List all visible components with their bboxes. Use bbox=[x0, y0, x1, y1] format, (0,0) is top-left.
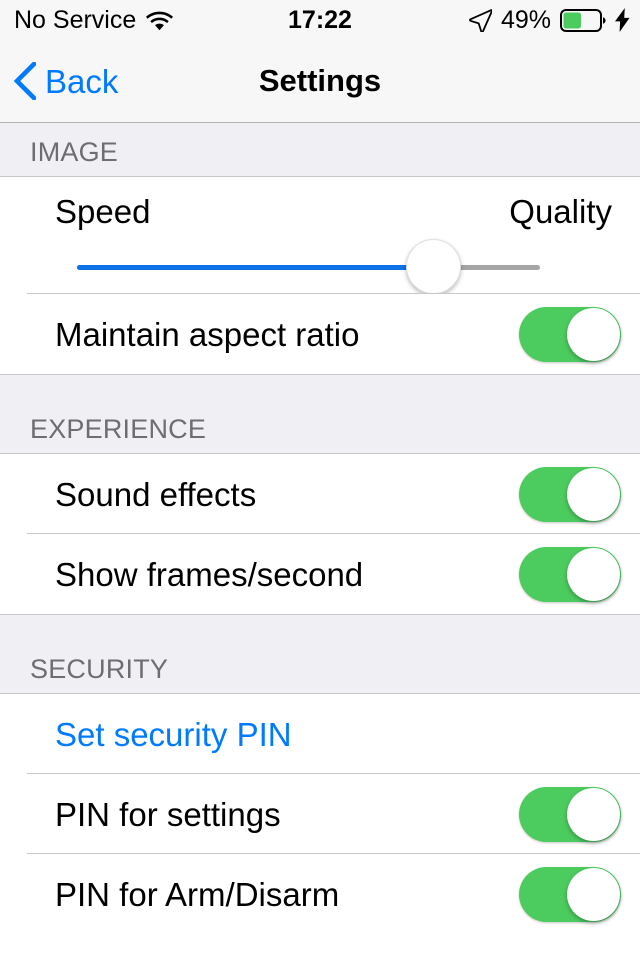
battery-percent-label: 49% bbox=[500, 5, 551, 34]
row-label-pin-for-settings: PIN for settings bbox=[55, 795, 281, 833]
row-label-pin-for-arm-disarm: PIN for Arm/Disarm bbox=[55, 875, 340, 913]
page-title-label: Settings bbox=[258, 63, 382, 98]
row-label-maintain-aspect-ratio: Maintain aspect ratio bbox=[55, 315, 360, 353]
row-sound-effects[interactable]: Sound effects bbox=[0, 454, 640, 534]
image-quality-slider[interactable] bbox=[77, 239, 540, 294]
toggle-pin-for-arm-disarm[interactable] bbox=[519, 866, 621, 922]
section-header-security: SECURITY bbox=[0, 614, 640, 694]
slider-right-label: Quality bbox=[509, 193, 612, 230]
status-bar: No Service 17:22 49% bbox=[0, 0, 640, 40]
section-header-image: IMAGE bbox=[0, 123, 640, 177]
row-show-frames-per-second[interactable]: Show frames/second bbox=[0, 534, 640, 614]
slider-thumb[interactable] bbox=[406, 239, 461, 294]
slider-filled-track bbox=[77, 265, 434, 270]
row-label-show-frames-per-second: Show frames/second bbox=[55, 555, 364, 593]
row-label-set-security-pin: Set security PIN bbox=[55, 715, 292, 753]
location-arrow-icon bbox=[468, 8, 492, 32]
section-header-experience: EXPERIENCE bbox=[0, 374, 640, 454]
lightning-bolt-icon bbox=[615, 8, 630, 32]
battery-icon bbox=[560, 8, 606, 32]
settings-screen: No Service 17:22 49% Back Settings IMAGE… bbox=[0, 0, 640, 960]
toggle-sound-effects[interactable] bbox=[519, 466, 621, 522]
row-pin-for-settings[interactable]: PIN for settings bbox=[0, 774, 640, 854]
toggle-knob bbox=[567, 467, 620, 521]
page-title: Settings bbox=[0, 40, 640, 122]
row-set-security-pin[interactable]: Set security PIN bbox=[0, 694, 640, 774]
section-header-label: SECURITY bbox=[30, 654, 169, 684]
row-pin-for-arm-disarm[interactable]: PIN for Arm/Disarm bbox=[0, 854, 640, 934]
navigation-bar: Back Settings bbox=[0, 40, 640, 123]
toggle-knob bbox=[567, 307, 620, 361]
row-image-quality-slider: Speed Quality bbox=[0, 177, 640, 294]
row-maintain-aspect-ratio[interactable]: Maintain aspect ratio bbox=[0, 294, 640, 374]
row-label-sound-effects: Sound effects bbox=[55, 475, 257, 513]
toggle-knob bbox=[567, 867, 620, 921]
slider-left-label: Speed bbox=[55, 193, 151, 230]
slider-endpoint-labels: Speed Quality bbox=[55, 195, 612, 228]
section-header-label: IMAGE bbox=[30, 137, 119, 167]
toggle-knob bbox=[567, 787, 620, 841]
status-bar-right: 49% bbox=[468, 0, 630, 40]
toggle-show-frames-per-second[interactable] bbox=[519, 546, 621, 602]
toggle-pin-for-settings[interactable] bbox=[519, 786, 621, 842]
section-header-label: EXPERIENCE bbox=[30, 414, 207, 444]
settings-list: IMAGE Speed Quality Maintain aspect rati… bbox=[0, 123, 640, 934]
toggle-knob bbox=[567, 547, 620, 601]
clock-label: 17:22 bbox=[288, 5, 352, 34]
toggle-maintain-aspect-ratio[interactable] bbox=[519, 306, 621, 362]
